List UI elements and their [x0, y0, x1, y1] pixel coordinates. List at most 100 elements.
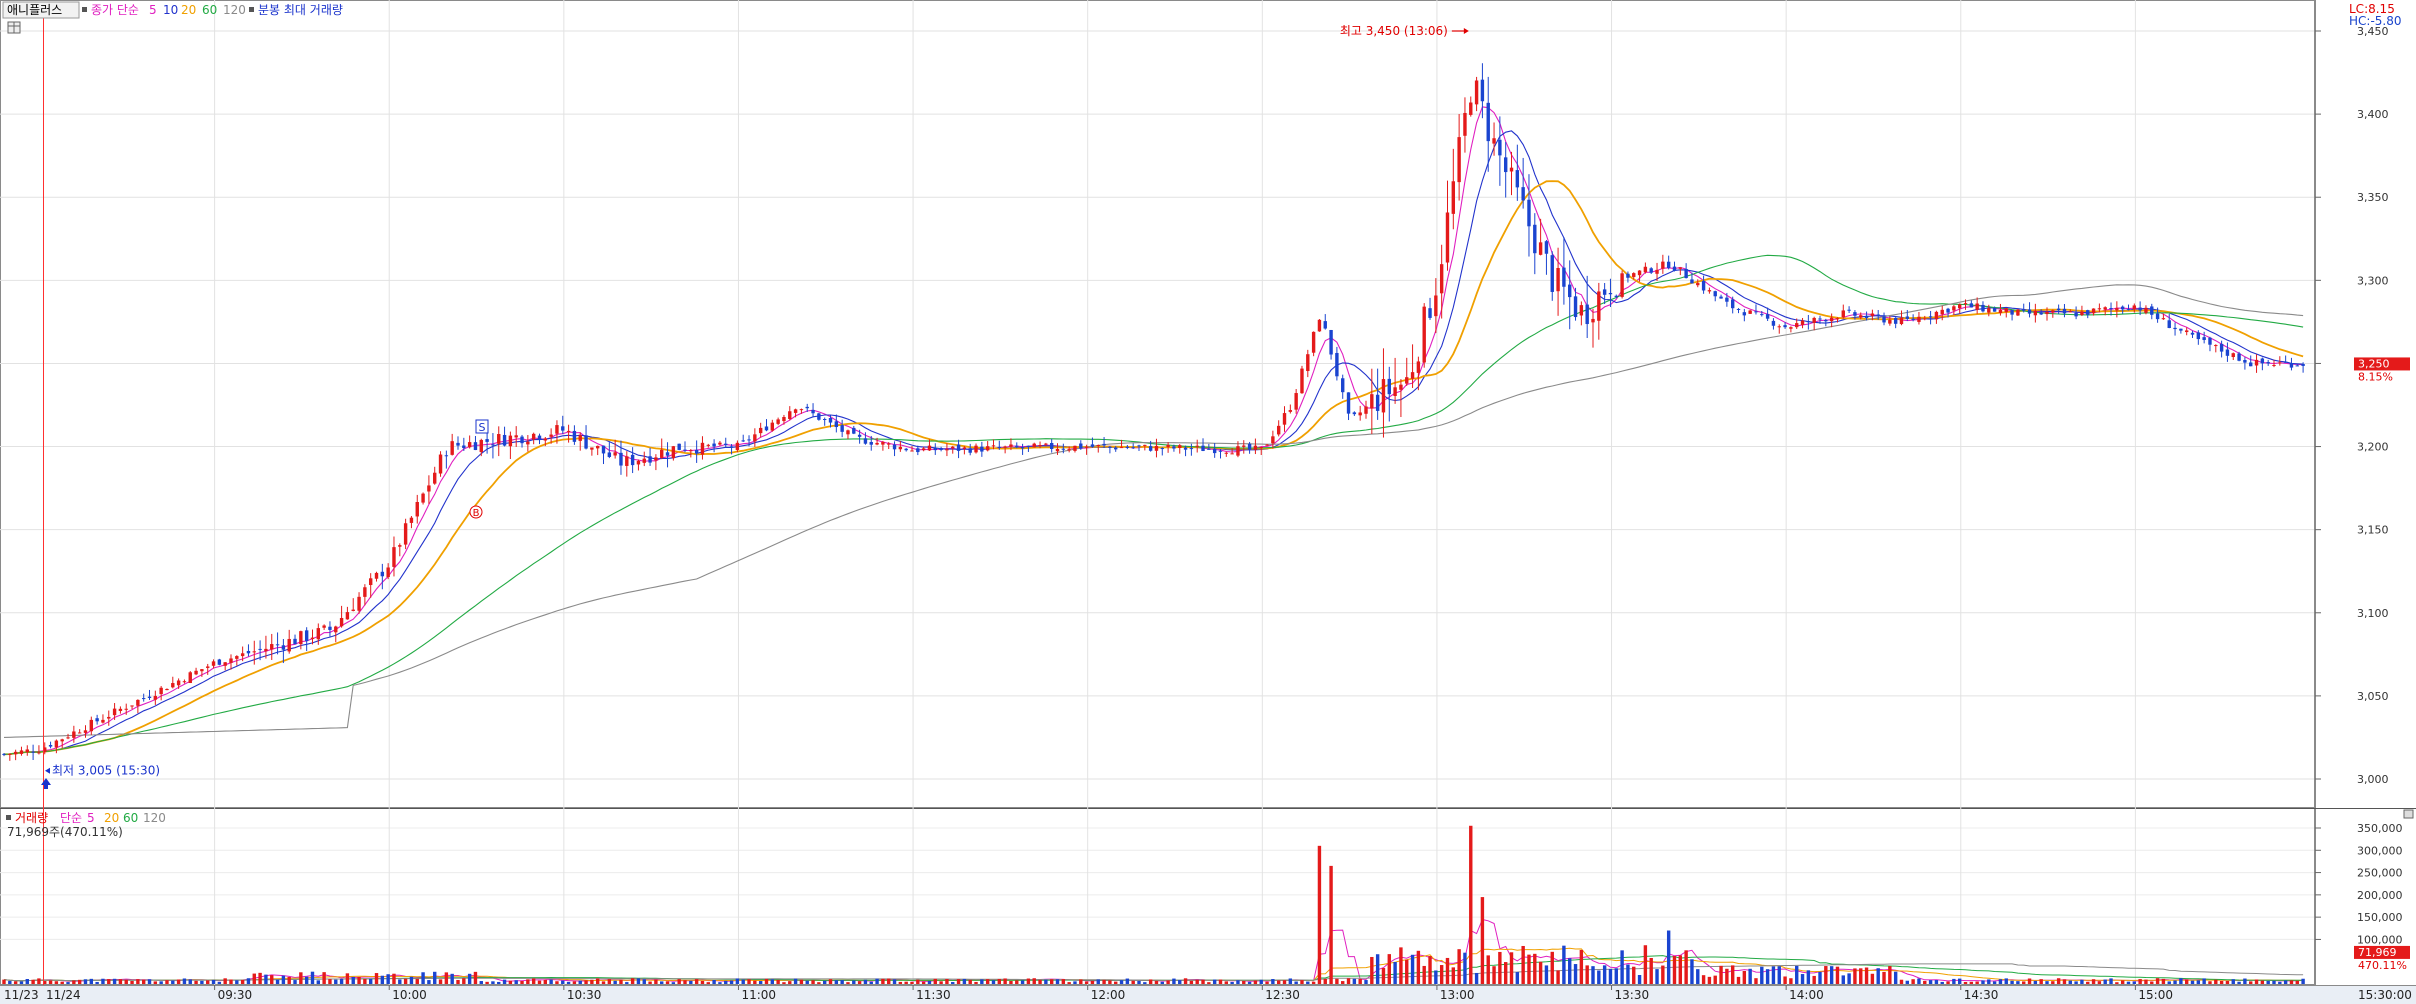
candle-body: [2086, 310, 2090, 315]
volume-bar: [834, 980, 839, 984]
volume-bar: [229, 979, 233, 984]
candle-body: [1114, 447, 1118, 450]
candle-body: [1765, 314, 1770, 319]
intraday-chart: 3,000 3,050 3,100 3,150 3,200 3,250 3,300 3,350…: [0, 0, 2416, 1004]
volume-bar: [1143, 982, 1147, 984]
time-tick-label: 13:30: [1615, 988, 1650, 1002]
candle-body: [1474, 80, 1479, 105]
volume-bar: [281, 975, 286, 984]
candle-body: [2237, 353, 2241, 361]
volume-bar: [316, 980, 321, 984]
candle-body: [1882, 316, 1886, 323]
candle-body: [1899, 317, 1904, 325]
volume-bar: [252, 973, 256, 984]
volume-bar: [2097, 981, 2102, 984]
candle-body: [380, 571, 385, 577]
volume-bar: [380, 975, 385, 984]
volume-bar: [607, 979, 612, 984]
volume-bar: [665, 981, 670, 984]
candle-body: [1760, 314, 1764, 316]
volume-bar: [2225, 980, 2230, 984]
candle-body: [31, 751, 35, 753]
candle-body: [1503, 157, 1508, 173]
candle-body: [1579, 305, 1584, 316]
candle-body: [1707, 290, 1712, 292]
candle-body: [107, 716, 111, 719]
candle-body: [2150, 306, 2154, 315]
volume-bar: [2103, 979, 2107, 984]
volume-bar: [2301, 978, 2305, 984]
volume-bar: [1492, 966, 1496, 984]
candle-body: [1131, 447, 1135, 449]
volume-bar: [1765, 969, 1770, 984]
candle-body: [904, 448, 908, 451]
volume-bar: [1562, 945, 1566, 984]
candle-body: [2068, 311, 2072, 313]
volume-bar: [1469, 825, 1473, 984]
volume-bar: [1189, 980, 1194, 984]
volume-bar: [566, 981, 571, 984]
candle-body: [1544, 241, 1549, 254]
volume-legend-ma5: 5: [87, 811, 95, 825]
candle-body: [101, 719, 105, 723]
volume-bar: [537, 980, 542, 984]
candle-body: [1399, 384, 1403, 390]
volume-bar: [1888, 966, 1892, 984]
time-tick-label: 11:00: [741, 988, 776, 1002]
candle-body: [1271, 436, 1275, 444]
candle-body: [1009, 444, 1013, 447]
volume-bar: [508, 980, 513, 984]
volume-bar: [1696, 969, 1700, 984]
volume-bar: [339, 978, 344, 984]
candle-body: [834, 421, 839, 428]
candle-body: [846, 430, 850, 435]
volume-bar: [1847, 973, 1851, 984]
price-legend-ma60: 60: [202, 3, 217, 17]
volume-bar: [491, 981, 495, 984]
candle-body: [1597, 291, 1601, 321]
volume-bar: [700, 980, 705, 984]
volume-bar: [1934, 980, 1939, 984]
volume-bar: [1661, 965, 1665, 984]
volume-bar: [2016, 981, 2020, 984]
candle-body: [1381, 379, 1386, 413]
candle-body: [1434, 295, 1438, 317]
volume-bar: [1870, 973, 1875, 984]
candle-body: [1626, 273, 1630, 278]
candle-body: [72, 731, 76, 738]
price-legend-ma5: 5: [149, 3, 157, 17]
volume-bar: [1533, 953, 1537, 984]
candle-body: [299, 631, 303, 645]
candle-body: [1282, 413, 1287, 425]
volume-bar: [1899, 979, 1904, 984]
volume-bar: [1824, 966, 1828, 984]
candle-body: [1172, 446, 1176, 449]
volume-bar: [1422, 965, 1426, 984]
candle-body: [974, 445, 978, 453]
volume-bar: [1288, 978, 1293, 984]
candle-body: [60, 739, 64, 742]
candle-body: [2074, 312, 2078, 317]
candle-body: [502, 434, 507, 446]
candle-body: [2039, 312, 2043, 315]
volume-bar: [1300, 980, 1304, 984]
candle-body: [1329, 329, 1333, 355]
candle-body: [409, 517, 414, 523]
candle-body: [8, 753, 12, 755]
volume-bar: [625, 982, 629, 984]
candle-body: [1207, 448, 1211, 450]
volume-bar: [1026, 978, 1031, 984]
candle-body: [1498, 139, 1502, 156]
candle-body: [485, 439, 489, 442]
candle-body: [2045, 311, 2049, 315]
candle-body: [1236, 446, 1240, 456]
candle-body: [141, 698, 146, 700]
volume-collapse-icon[interactable]: [2403, 809, 2414, 819]
candle-body: [1730, 299, 1735, 309]
candle-body: [2266, 362, 2270, 364]
candle-body: [1637, 270, 1642, 276]
volume-bar: [916, 979, 920, 984]
volume-tick-label: 200,000: [2357, 889, 2403, 902]
candle-body: [497, 434, 501, 444]
candle-body: [927, 445, 932, 451]
